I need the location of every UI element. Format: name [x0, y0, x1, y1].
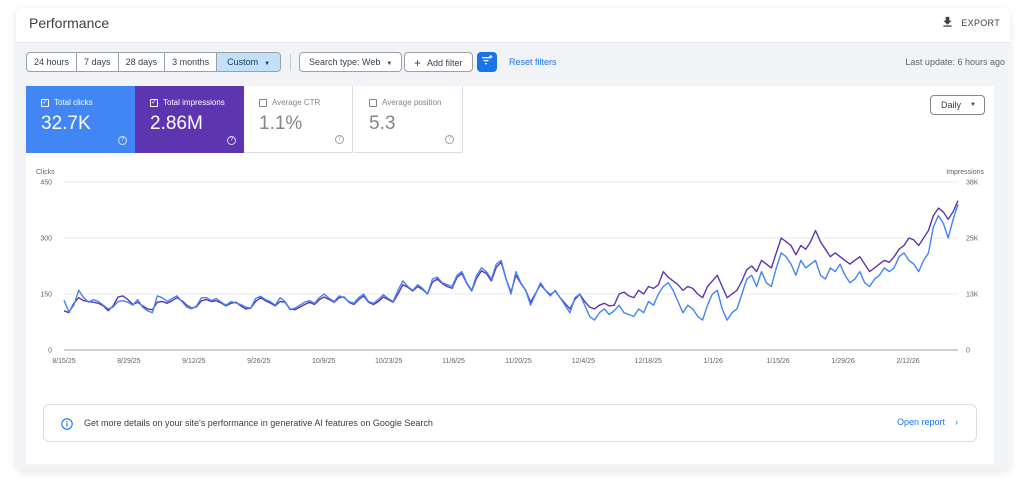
performance-panel: Performance EXPORT 24 hours 7 days 28 da…	[16, 8, 1010, 470]
metric-average-position[interactable]: Average position 5.3 ?	[354, 86, 463, 153]
date-range-3-months[interactable]: 3 months	[165, 53, 218, 71]
date-range-selector: 24 hours 7 days 28 days 3 months Custom ▼	[26, 52, 282, 72]
download-icon	[942, 16, 953, 29]
series-line-total-clicks	[63, 204, 959, 321]
date-range-28-days[interactable]: 28 days	[119, 53, 166, 71]
y-tick-label-left: 0	[48, 348, 52, 355]
checkbox-checked-icon: ✓	[150, 98, 158, 107]
x-tick-label: 8/15/25	[52, 358, 75, 365]
filter-list-icon	[481, 53, 493, 71]
metric-average-ctr[interactable]: Average CTR 1.1% ?	[244, 86, 353, 153]
add-filter-label: Add filter	[427, 58, 463, 68]
ai-features-banner: Get more details on your site's performa…	[43, 404, 977, 442]
x-tick-label: 2/12/26	[896, 358, 919, 365]
metric-total-clicks[interactable]: ✓ Total clicks 32.7K ?	[26, 86, 135, 153]
chevron-right-icon: ›	[955, 417, 958, 427]
y-tick-label-right: 0	[966, 348, 970, 355]
checkbox-checked-icon: ✓	[41, 98, 49, 107]
caret-down-icon: ▼	[386, 61, 393, 67]
metric-value: 1.1%	[259, 113, 303, 134]
page-title: Performance	[29, 15, 110, 31]
x-tick-label: 9/26/25	[247, 358, 270, 365]
date-range-custom[interactable]: Custom ▼	[217, 53, 281, 71]
help-icon[interactable]: ?	[227, 136, 236, 145]
metric-label: Total clicks	[54, 98, 93, 107]
series-line-total-impressions	[63, 200, 959, 314]
date-range-label: 3 months	[172, 57, 210, 67]
metric-label: Total impressions	[163, 98, 225, 107]
y-tick-label-left: 150	[40, 292, 52, 299]
date-range-label: 7 days	[84, 57, 111, 67]
y-axis-title-right: Impressions	[946, 169, 984, 176]
x-tick-label: 1/29/26	[831, 358, 854, 365]
granularity-dropdown[interactable]: Daily ▼	[930, 95, 985, 115]
date-range-label: Custom	[227, 57, 259, 67]
metric-value: 5.3	[369, 113, 396, 134]
x-tick-label: 12/4/25	[572, 358, 595, 365]
help-icon[interactable]: ?	[445, 135, 454, 144]
x-tick-label: 11/6/25	[442, 358, 465, 365]
x-tick-label: 12/18/25	[635, 358, 662, 365]
divider	[290, 54, 291, 71]
info-icon	[61, 417, 73, 430]
search-type-label: Search type: Web	[309, 57, 381, 67]
y-tick-label-right: 13K	[966, 292, 979, 299]
help-icon[interactable]: ?	[335, 135, 344, 144]
date-range-label: 28 days	[125, 57, 158, 67]
performance-card: ✓ Total clicks 32.7K ? ✓ Total impressions…	[26, 86, 994, 464]
y-tick-label-left: 450	[40, 180, 52, 187]
date-range-24-hours[interactable]: 24 hours	[27, 53, 78, 71]
x-tick-label: 1/15/26	[766, 358, 789, 365]
banner-message: Get more details on your site's performa…	[84, 418, 433, 428]
reset-filters-link[interactable]: Reset filters	[509, 57, 557, 67]
add-filter-button[interactable]: + Add filter	[404, 52, 473, 72]
date-range-label: 24 hours	[34, 57, 70, 67]
metric-label: Average position	[382, 98, 442, 107]
x-tick-label: 10/23/25	[375, 358, 402, 365]
open-report-link[interactable]: Open report ›	[897, 417, 958, 427]
export-button[interactable]: EXPORT	[942, 16, 1000, 29]
search-type-dropdown[interactable]: Search type: Web ▼	[299, 52, 403, 72]
metric-total-impressions[interactable]: ✓ Total impressions 2.86M ?	[135, 86, 244, 153]
y-axis-title-left: Clicks	[36, 169, 55, 176]
page-header: Performance EXPORT	[16, 8, 1010, 43]
caret-down-icon: ▼	[970, 102, 976, 108]
y-tick-label-right: 25K	[966, 236, 979, 243]
metric-value: 32.7K	[41, 113, 91, 134]
filter-settings-button[interactable]	[477, 52, 497, 72]
y-tick-label-left: 300	[40, 236, 52, 243]
x-tick-label: 8/29/25	[117, 358, 140, 365]
x-tick-label: 11/20/25	[505, 358, 532, 365]
y-tick-label-right: 38K	[966, 180, 979, 187]
metric-value: 2.86M	[150, 113, 203, 134]
open-report-label: Open report	[896, 417, 945, 427]
x-tick-label: 1/1/26	[703, 358, 723, 365]
last-update-text: Last update: 6 hours ago	[905, 57, 1005, 67]
granularity-label: Daily	[941, 100, 962, 110]
x-tick-label: 9/12/25	[182, 358, 205, 365]
help-icon[interactable]: ?	[118, 136, 127, 145]
metric-label: Average CTR	[272, 98, 321, 107]
filter-bar: 24 hours 7 days 28 days 3 months Custom ▼…	[16, 43, 1010, 83]
performance-chart: Clicks Impressions 0 0 150 13K 300 25K 450 38K 8/1…	[36, 169, 985, 365]
x-tick-label: 10/9/25	[312, 358, 335, 365]
date-range-7-days[interactable]: 7 days	[77, 53, 119, 71]
checkbox-unchecked-icon	[369, 98, 377, 107]
checkbox-unchecked-icon	[259, 98, 267, 107]
plus-icon: +	[414, 56, 422, 70]
export-label: EXPORT	[961, 17, 1000, 28]
caret-down-icon: ▼	[264, 61, 271, 67]
